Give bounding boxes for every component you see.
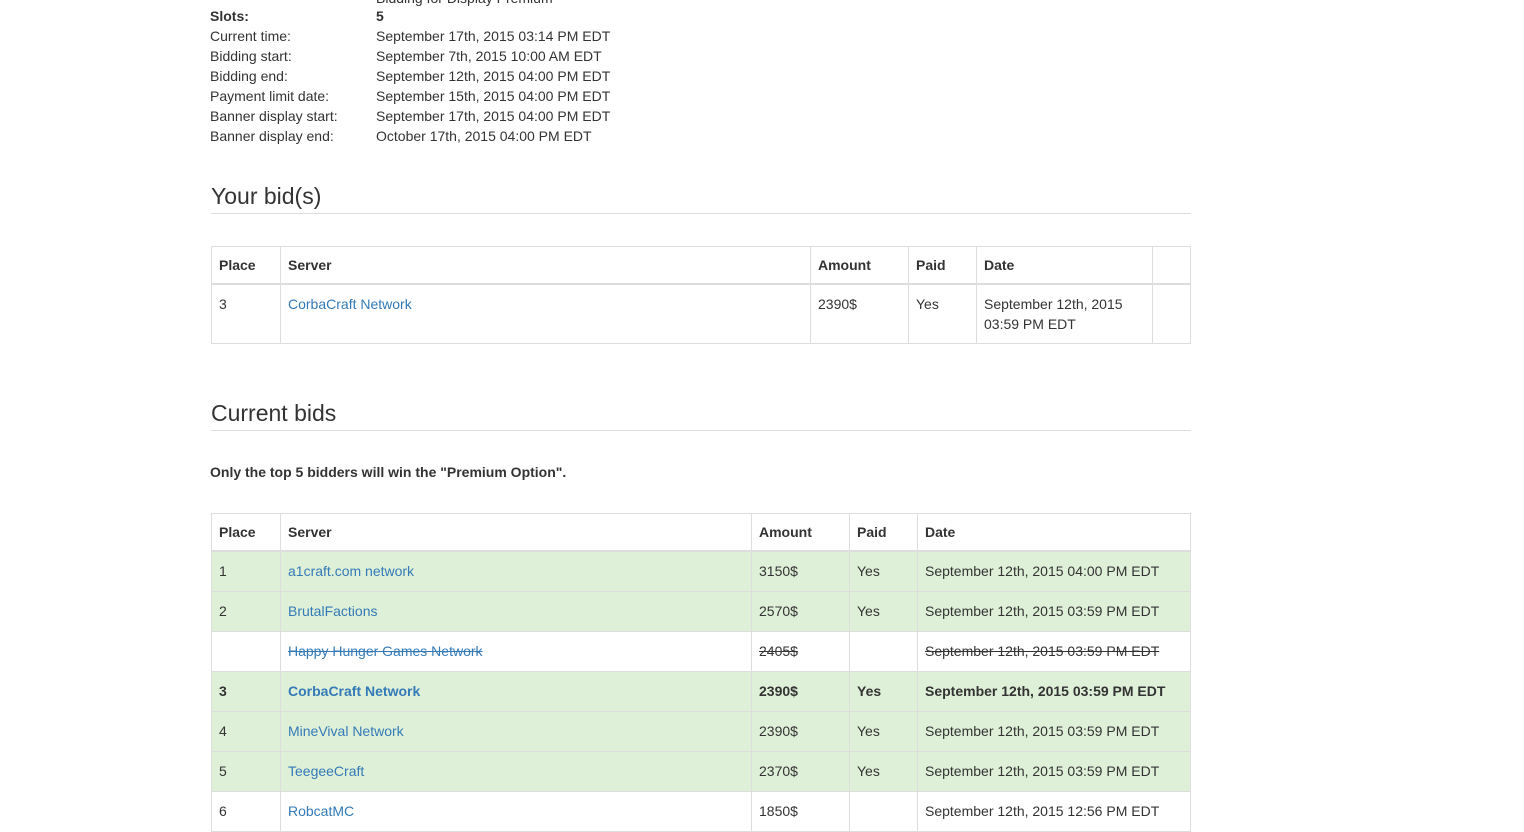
- col-amount: Amount: [810, 246, 909, 285]
- info-value: September 7th, 2015 10:00 AM EDT: [376, 48, 602, 64]
- col-actions: [1152, 246, 1191, 285]
- info-value: September 12th, 2015 04:00 PM EDT: [376, 68, 611, 84]
- paid-cell: [849, 631, 918, 672]
- server-cell: RobcatMC: [280, 791, 752, 832]
- amount-cell: 2390$: [751, 671, 850, 712]
- table-row: 6 RobcatMC 1850$ September 12th, 2015 12:56…: [211, 791, 1191, 832]
- paid-cell: Yes: [849, 671, 918, 712]
- date-line: September 12th, 2015: [984, 296, 1123, 312]
- paid-cell: [849, 791, 918, 832]
- info-label: Banner display end:: [210, 128, 334, 144]
- table-row: 2 BrutalFactions 2570$ Yes September 12th, 2…: [211, 591, 1191, 632]
- your-bids-heading: Your bid(s): [211, 182, 1191, 214]
- your-bids-table: Place Server Amount Paid Date 3 CorbaCraf…: [211, 246, 1191, 344]
- actions-cell: [1152, 283, 1191, 344]
- server-link[interactable]: MineVival Network: [288, 723, 404, 739]
- premium-note: Only the top 5 bidders will win the "Pre…: [210, 464, 567, 480]
- server-cell: CorbaCraft Network: [280, 671, 752, 712]
- info-row: Current time: September 17th, 2015 03:14 …: [210, 26, 610, 46]
- place-cell: 5: [211, 751, 281, 792]
- info-label: Bidding start:: [210, 48, 292, 64]
- info-label: Banner display start:: [210, 108, 338, 124]
- col-date: Date: [917, 513, 1191, 552]
- server-link[interactable]: RobcatMC: [288, 803, 354, 819]
- paid-cell: Yes: [849, 711, 918, 752]
- info-row: Bidding start: September 7th, 2015 10:00 …: [210, 46, 610, 66]
- server-link[interactable]: BrutalFactions: [288, 603, 377, 619]
- col-date: Date: [976, 246, 1153, 285]
- info-label: Bidding end:: [210, 68, 288, 84]
- date-cell: September 12th, 2015 03:59 PM EDT: [976, 283, 1153, 344]
- info-value: October 17th, 2015 04:00 PM EDT: [376, 128, 592, 144]
- server-cell: CorbaCraft Network: [280, 283, 811, 344]
- amount-cell: 3150$: [751, 550, 850, 592]
- current-bids-table: Place Server Amount Paid Date 1 a1craft.c…: [211, 513, 1191, 832]
- paid-cell: Yes: [849, 751, 918, 792]
- place-cell: 2: [211, 591, 281, 632]
- col-amount: Amount: [751, 513, 850, 552]
- info-row: Banner display end: October 17th, 2015 04…: [210, 126, 610, 146]
- table-row: 3 CorbaCraft Network 2390$ Yes September 12t…: [211, 283, 1191, 344]
- server-cell: MineVival Network: [280, 711, 752, 752]
- place-cell: 4: [211, 711, 281, 752]
- info-value: September 17th, 2015 03:14 PM EDT: [376, 28, 611, 44]
- paid-cell: Yes: [908, 283, 977, 344]
- col-paid: Paid: [849, 513, 918, 552]
- amount-cell: 2570$: [751, 591, 850, 632]
- amount-cell: 1850$: [751, 791, 850, 832]
- time-line: 03:59 PM EDT: [984, 316, 1076, 332]
- info-value: September 15th, 2015 04:00 PM EDT: [376, 88, 611, 104]
- table-row: 4 MineVival Network 2390$ Yes September 12th…: [211, 711, 1191, 752]
- table-row: 3 CorbaCraft Network 2390$ Yes September 12t…: [211, 671, 1191, 712]
- server-cell: Happy Hunger Games Network: [280, 631, 752, 672]
- info-row: Slots: 5: [210, 6, 610, 26]
- info-label: Payment limit date:: [210, 88, 330, 104]
- date-cell: September 12th, 2015 03:59 PM EDT: [917, 671, 1191, 712]
- info-label: Slots:: [210, 8, 249, 24]
- place-cell: [211, 631, 281, 672]
- col-place: Place: [211, 513, 281, 552]
- amount-cell: 2390$: [810, 283, 909, 344]
- date-cell: September 12th, 2015 04:00 PM EDT: [917, 550, 1191, 592]
- info-value: 5: [376, 8, 384, 24]
- server-cell: BrutalFactions: [280, 591, 752, 632]
- server-cell: a1craft.com network: [280, 550, 752, 592]
- info-row: Bidding end: September 12th, 2015 04:00 P…: [210, 66, 610, 86]
- col-server: Server: [280, 246, 811, 285]
- table-row: Happy Hunger Games Network 2405$ September…: [211, 631, 1191, 672]
- server-cell: TeegeeCraft: [280, 751, 752, 792]
- server-link[interactable]: a1craft.com network: [288, 563, 414, 579]
- info-row: Payment limit date: September 15th, 2015 …: [210, 86, 610, 106]
- date-cell: September 12th, 2015 03:59 PM EDT: [917, 591, 1191, 632]
- col-paid: Paid: [908, 246, 977, 285]
- date-cell: September 12th, 2015 03:59 PM EDT: [917, 631, 1191, 672]
- auction-info: Slots: 5 Current time: September 17th, 2015…: [210, 6, 610, 146]
- paid-cell: Yes: [849, 591, 918, 632]
- amount-cell: 2390$: [751, 711, 850, 752]
- amount-cell: 2370$: [751, 751, 850, 792]
- current-bids-heading: Current bids: [211, 399, 1191, 431]
- place-cell: 1: [211, 550, 281, 592]
- table-row: 1 a1craft.com network 3150$ Yes September 12…: [211, 550, 1191, 592]
- server-link[interactable]: CorbaCraft Network: [288, 296, 412, 312]
- col-place: Place: [211, 246, 281, 285]
- date-cell: September 12th, 2015 03:59 PM EDT: [917, 751, 1191, 792]
- place-cell: 3: [211, 283, 281, 344]
- server-link[interactable]: Happy Hunger Games Network: [288, 643, 483, 659]
- col-server: Server: [280, 513, 752, 552]
- paid-cell: Yes: [849, 550, 918, 592]
- info-value: September 17th, 2015 04:00 PM EDT: [376, 108, 611, 124]
- date-cell: September 12th, 2015 12:56 PM EDT: [917, 791, 1191, 832]
- place-cell: 6: [211, 791, 281, 832]
- place-cell: 3: [211, 671, 281, 712]
- server-link[interactable]: CorbaCraft Network: [288, 683, 420, 699]
- info-row: Banner display start: September 17th, 201…: [210, 106, 610, 126]
- server-link[interactable]: TeegeeCraft: [288, 763, 364, 779]
- amount-cell: 2405$: [751, 631, 850, 672]
- table-row: 5 TeegeeCraft 2370$ Yes September 12th, 2015…: [211, 751, 1191, 792]
- date-cell: September 12th, 2015 03:59 PM EDT: [917, 711, 1191, 752]
- info-label: Current time:: [210, 28, 291, 44]
